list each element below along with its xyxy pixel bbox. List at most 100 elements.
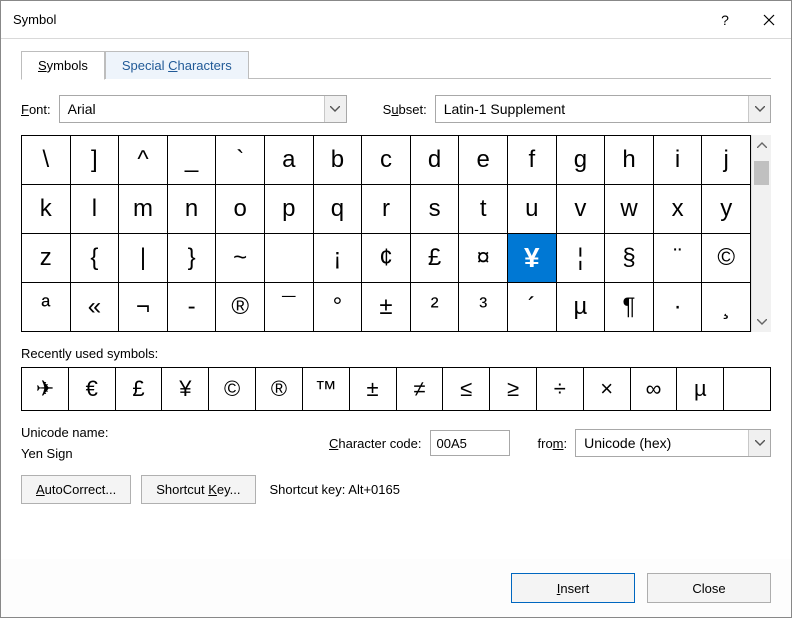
- symbol-cell[interactable]: |: [119, 234, 167, 282]
- symbol-cell[interactable]: ¢: [362, 234, 410, 282]
- symbol-cell[interactable]: u: [508, 185, 556, 233]
- symbol-cell[interactable]: ^: [119, 136, 167, 184]
- symbol-cell[interactable]: c: [362, 136, 410, 184]
- recent-symbol-cell[interactable]: ÷: [537, 368, 583, 410]
- recent-symbol-cell[interactable]: ∞: [631, 368, 677, 410]
- help-button[interactable]: ?: [703, 1, 747, 39]
- symbol-cell[interactable]: t: [459, 185, 507, 233]
- symbol-cell[interactable]: s: [411, 185, 459, 233]
- symbol-cell[interactable]: r: [362, 185, 410, 233]
- symbol-cell[interactable]: ¤: [459, 234, 507, 282]
- symbol-cell[interactable]: ª: [22, 283, 70, 331]
- recent-symbol-cell[interactable]: ×: [584, 368, 630, 410]
- symbol-cell[interactable]: e: [459, 136, 507, 184]
- recent-symbol-cell[interactable]: ≤: [443, 368, 489, 410]
- scrollbar[interactable]: [751, 135, 771, 332]
- symbol-cell[interactable]: `: [216, 136, 264, 184]
- symbol-cell[interactable]: i: [654, 136, 702, 184]
- symbol-cell[interactable]: z: [22, 234, 70, 282]
- symbol-cell[interactable]: ´: [508, 283, 556, 331]
- symbol-cell[interactable]: }: [168, 234, 216, 282]
- symbol-cell[interactable]: [265, 234, 313, 282]
- recent-symbol-cell[interactable]: €: [69, 368, 115, 410]
- symbol-cell[interactable]: _: [168, 136, 216, 184]
- symbol-cell[interactable]: y: [702, 185, 750, 233]
- symbol-cell[interactable]: \: [22, 136, 70, 184]
- symbol-cell[interactable]: ¡: [314, 234, 362, 282]
- recent-symbol-cell[interactable]: ®: [256, 368, 302, 410]
- symbol-cell[interactable]: £: [411, 234, 459, 282]
- chevron-down-icon[interactable]: [748, 430, 770, 456]
- font-combo[interactable]: Arial: [59, 95, 347, 123]
- insert-button[interactable]: Insert: [511, 573, 635, 603]
- tab-symbols[interactable]: Symbols: [21, 51, 105, 80]
- recent-symbol-cell[interactable]: µ: [677, 368, 723, 410]
- recent-symbol-cell[interactable]: ©: [209, 368, 255, 410]
- recent-symbol-cell[interactable]: ≥: [490, 368, 536, 410]
- symbol-cell[interactable]: p: [265, 185, 313, 233]
- symbol-cell[interactable]: ~: [216, 234, 264, 282]
- symbol-cell[interactable]: ·: [654, 283, 702, 331]
- symbol-dialog: Symbol ? Symbols Special Characters Font…: [0, 0, 792, 618]
- symbol-cell[interactable]: d: [411, 136, 459, 184]
- symbol-cell[interactable]: x: [654, 185, 702, 233]
- symbol-cell[interactable]: ²: [411, 283, 459, 331]
- recent-symbol-cell[interactable]: £: [116, 368, 162, 410]
- symbol-cell[interactable]: b: [314, 136, 362, 184]
- close-button[interactable]: Close: [647, 573, 771, 603]
- recent-symbol-cell[interactable]: ✈: [22, 368, 68, 410]
- scrollbar-track[interactable]: [752, 155, 771, 312]
- scroll-down-icon[interactable]: [752, 312, 771, 332]
- symbol-cell[interactable]: ®: [216, 283, 264, 331]
- symbol-cell[interactable]: q: [314, 185, 362, 233]
- symbol-cell[interactable]: ]: [71, 136, 119, 184]
- symbol-cell[interactable]: ¯: [265, 283, 313, 331]
- symbol-cell[interactable]: a: [265, 136, 313, 184]
- chevron-down-icon[interactable]: [748, 96, 770, 122]
- from-combo[interactable]: Unicode (hex): [575, 429, 771, 457]
- chevron-down-icon[interactable]: [324, 96, 346, 122]
- font-subset-row: Font: Arial Subset: Latin-1 Supplement: [21, 95, 771, 123]
- symbol-cell[interactable]: µ: [557, 283, 605, 331]
- recent-symbol-cell[interactable]: ±: [350, 368, 396, 410]
- recent-symbol-cell[interactable]: ¥: [162, 368, 208, 410]
- symbol-cell[interactable]: n: [168, 185, 216, 233]
- tab-special-characters[interactable]: Special Characters: [105, 51, 249, 79]
- recent-symbol-cell[interactable]: [724, 368, 770, 410]
- subset-combo[interactable]: Latin-1 Supplement: [435, 95, 771, 123]
- recent-symbols-grid[interactable]: ✈€£¥©®™±≠≤≥÷×∞µ: [21, 367, 771, 411]
- recent-symbol-cell[interactable]: ≠: [397, 368, 443, 410]
- symbol-cell[interactable]: °: [314, 283, 362, 331]
- symbol-cell[interactable]: m: [119, 185, 167, 233]
- symbol-cell[interactable]: §: [605, 234, 653, 282]
- symbol-grid[interactable]: \]^_`abcdefghij klmnopqrstuvwxy z{|}~ ¡¢£¤¥…: [21, 135, 751, 332]
- symbol-cell[interactable]: -: [168, 283, 216, 331]
- symbol-cell[interactable]: ³: [459, 283, 507, 331]
- character-code-input[interactable]: 00A5: [430, 430, 510, 456]
- symbol-cell[interactable]: g: [557, 136, 605, 184]
- symbol-cell[interactable]: v: [557, 185, 605, 233]
- symbol-cell[interactable]: l: [71, 185, 119, 233]
- recent-symbol-cell[interactable]: ™: [303, 368, 349, 410]
- symbol-cell[interactable]: ¥: [508, 234, 556, 282]
- symbol-cell[interactable]: {: [71, 234, 119, 282]
- scrollbar-thumb[interactable]: [754, 161, 769, 185]
- symbol-cell[interactable]: f: [508, 136, 556, 184]
- symbol-cell[interactable]: ¬: [119, 283, 167, 331]
- symbol-cell[interactable]: ©: [702, 234, 750, 282]
- symbol-cell[interactable]: o: [216, 185, 264, 233]
- symbol-cell[interactable]: ¶: [605, 283, 653, 331]
- symbol-cell[interactable]: h: [605, 136, 653, 184]
- symbol-cell[interactable]: «: [71, 283, 119, 331]
- shortcut-key-button[interactable]: Shortcut Key...: [141, 475, 255, 504]
- symbol-cell[interactable]: j: [702, 136, 750, 184]
- symbol-cell[interactable]: ¸: [702, 283, 750, 331]
- symbol-cell[interactable]: ¨: [654, 234, 702, 282]
- close-icon[interactable]: [747, 1, 791, 39]
- autocorrect-button[interactable]: AutoCorrect...: [21, 475, 131, 504]
- symbol-cell[interactable]: k: [22, 185, 70, 233]
- symbol-cell[interactable]: ¦: [557, 234, 605, 282]
- scroll-up-icon[interactable]: [752, 135, 771, 155]
- symbol-cell[interactable]: w: [605, 185, 653, 233]
- symbol-cell[interactable]: ±: [362, 283, 410, 331]
